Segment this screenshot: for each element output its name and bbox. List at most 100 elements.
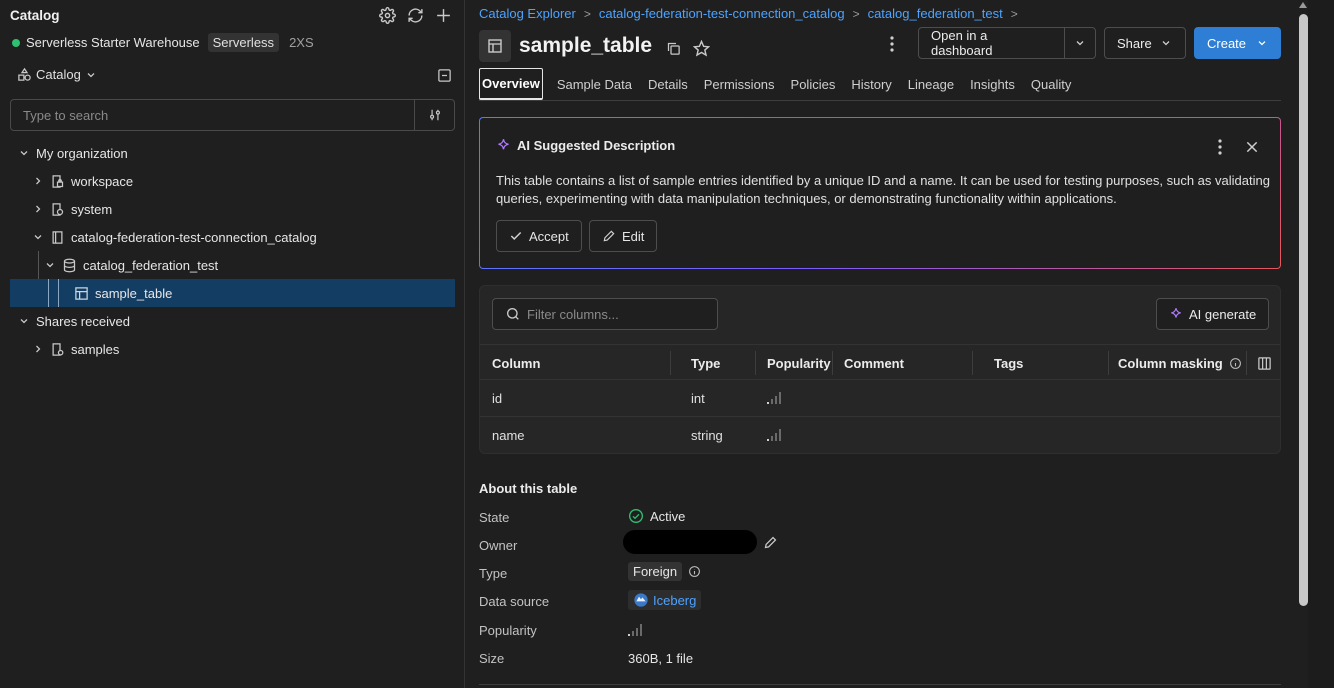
tab-lineage[interactable]: Lineage bbox=[900, 68, 962, 100]
table-row[interactable]: id int bbox=[480, 380, 1280, 417]
filter-columns bbox=[492, 298, 718, 330]
tab-policies[interactable]: Policies bbox=[783, 68, 844, 100]
shared-catalog-icon bbox=[52, 342, 64, 356]
column-divider bbox=[670, 351, 671, 375]
column-header-type[interactable]: Type bbox=[679, 345, 755, 381]
section-divider bbox=[479, 684, 1281, 685]
pencil-icon[interactable] bbox=[763, 535, 778, 550]
tree-item-label: workspace bbox=[71, 173, 134, 189]
about-section-title: About this table bbox=[479, 481, 578, 496]
scrollbar-thumb[interactable] bbox=[1299, 14, 1308, 606]
catalog-selector-label: Catalog bbox=[36, 67, 81, 82]
tab-bar: Overview Sample Data Details Permissions… bbox=[479, 68, 1281, 101]
column-header-comment[interactable]: Comment bbox=[832, 345, 972, 381]
popularity-bars-icon bbox=[755, 380, 783, 416]
tree-item-federation-schema[interactable]: catalog_federation_test bbox=[44, 251, 218, 279]
cell-column-name: id bbox=[492, 390, 503, 406]
tree-item-federation-catalog[interactable]: catalog-federation-test-connection_catal… bbox=[32, 223, 317, 251]
warehouse-name: Serverless Starter Warehouse bbox=[26, 35, 200, 50]
ai-card-title: AI Suggested Description bbox=[517, 138, 676, 153]
create-label: Create bbox=[1207, 35, 1247, 51]
warehouse-indicator[interactable]: Serverless Starter Warehouse Serverless … bbox=[12, 33, 314, 52]
gear-icon[interactable] bbox=[378, 6, 396, 24]
collapse-all-icon[interactable] bbox=[436, 67, 452, 83]
popularity-bars-icon bbox=[755, 417, 783, 453]
prop-value-type: Foreign bbox=[628, 562, 701, 581]
iceberg-icon bbox=[634, 593, 648, 607]
refresh-icon[interactable] bbox=[406, 6, 424, 24]
tab-permissions[interactable]: Permissions bbox=[696, 68, 783, 100]
column-header-tags[interactable]: Tags bbox=[982, 345, 1108, 381]
tab-quality[interactable]: Quality bbox=[1023, 68, 1079, 100]
breadcrumb-catalog-explorer[interactable]: Catalog Explorer bbox=[479, 6, 576, 21]
chevron-down-icon bbox=[20, 151, 28, 156]
breadcrumb-separator: > bbox=[852, 6, 860, 21]
tab-overview[interactable]: Overview bbox=[479, 68, 543, 100]
plus-icon[interactable] bbox=[434, 6, 452, 24]
breadcrumb-catalog[interactable]: catalog-federation-test-connection_catal… bbox=[599, 6, 845, 21]
column-header-masking[interactable]: Column masking bbox=[1106, 345, 1246, 381]
catalog-search bbox=[10, 99, 455, 131]
filter-columns-input[interactable] bbox=[527, 306, 707, 322]
tab-insights[interactable]: Insights bbox=[962, 68, 1023, 100]
ai-generate-label: AI generate bbox=[1189, 306, 1257, 322]
prop-label-data-source: Data source bbox=[479, 594, 550, 609]
edit-button[interactable]: Edit bbox=[589, 220, 658, 252]
more-options-icon[interactable] bbox=[885, 35, 899, 53]
prop-label-state: State bbox=[479, 510, 510, 525]
create-button[interactable]: Create bbox=[1194, 27, 1281, 59]
chevron-down-icon[interactable] bbox=[1065, 37, 1095, 49]
catalog-sidebar: Catalog Serverless Starter Warehouse Ser… bbox=[0, 0, 465, 688]
sparkle-icon bbox=[1171, 308, 1181, 318]
share-button[interactable]: Share bbox=[1104, 27, 1186, 59]
chevron-down-icon bbox=[20, 319, 28, 324]
star-icon[interactable] bbox=[692, 39, 710, 57]
scroll-up-arrow-icon[interactable] bbox=[1299, 2, 1307, 10]
column-header-column[interactable]: Column bbox=[480, 345, 670, 381]
tree-item-sample-table[interactable]: sample_table bbox=[10, 279, 455, 307]
open-dashboard-label: Open in a dashboard bbox=[931, 28, 993, 58]
warehouse-size: 2XS bbox=[289, 35, 314, 50]
tree-item-samples[interactable]: samples bbox=[32, 335, 119, 363]
tree-item-label: Shares received bbox=[36, 313, 130, 329]
tree-item-shares-received[interactable]: Shares received bbox=[18, 307, 130, 335]
chevron-down-icon bbox=[46, 263, 54, 268]
column-header-popularity[interactable]: Popularity bbox=[755, 345, 832, 381]
sidebar-actions bbox=[378, 6, 452, 24]
data-source-value: Iceberg bbox=[653, 592, 697, 608]
edit-label: Edit bbox=[622, 228, 645, 244]
tree-item-my-organization[interactable]: My organization bbox=[18, 139, 128, 167]
size-value: 360B, 1 file bbox=[628, 651, 694, 666]
tree-item-label: sample_table bbox=[95, 285, 173, 301]
filter-settings-icon[interactable] bbox=[414, 100, 454, 130]
catalog-search-input[interactable] bbox=[11, 100, 414, 130]
column-divider bbox=[1246, 351, 1247, 375]
more-options-icon[interactable] bbox=[1213, 138, 1227, 156]
table-row[interactable]: name string bbox=[480, 417, 1280, 453]
breadcrumb-schema[interactable]: catalog_federation_test bbox=[868, 6, 1003, 21]
shapes-icon bbox=[18, 67, 31, 81]
iceberg-link[interactable]: Iceberg bbox=[628, 590, 702, 610]
tab-history[interactable]: History bbox=[843, 68, 899, 100]
accept-button[interactable]: Accept bbox=[496, 220, 582, 252]
column-settings-icon[interactable] bbox=[1255, 354, 1273, 372]
page-title: sample_table bbox=[519, 34, 653, 57]
chevron-down-icon bbox=[1258, 41, 1266, 46]
chevron-down-icon bbox=[1162, 41, 1170, 46]
tab-sample-data[interactable]: Sample Data bbox=[549, 68, 640, 100]
close-icon[interactable] bbox=[1243, 138, 1261, 156]
tree-item-label: My organization bbox=[36, 145, 128, 161]
copy-icon[interactable] bbox=[665, 40, 681, 56]
tree-item-workspace[interactable]: workspace bbox=[32, 167, 133, 195]
open-dashboard-button[interactable]: Open in a dashboard bbox=[918, 27, 1096, 59]
chevron-right-icon bbox=[36, 177, 41, 185]
table-icon bbox=[479, 30, 511, 62]
tree-item-label: catalog-federation-test-connection_catal… bbox=[71, 229, 317, 245]
info-icon[interactable] bbox=[688, 565, 701, 578]
columns-table-header: Column Type Popularity Comment Tags Colu… bbox=[480, 344, 1280, 380]
pencil-icon bbox=[603, 230, 615, 242]
tree-item-system[interactable]: system bbox=[32, 195, 112, 223]
tab-details[interactable]: Details bbox=[640, 68, 696, 100]
ai-generate-button[interactable]: AI generate bbox=[1156, 298, 1270, 330]
catalog-selector[interactable]: Catalog bbox=[17, 67, 97, 82]
